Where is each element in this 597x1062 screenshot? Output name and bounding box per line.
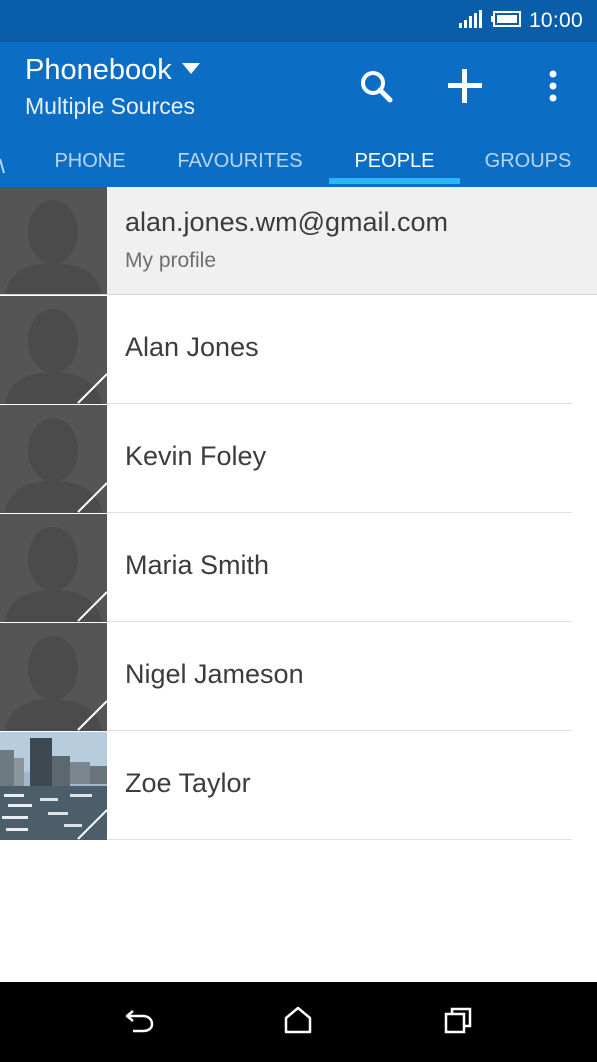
tab-groups[interactable]: GROUPS [472,145,584,187]
profile-label: My profile [125,249,217,272]
profile-email: alan.jones.wm@gmail.com [125,207,449,237]
default-avatar-icon [0,623,107,731]
tab-phone[interactable]: PHONE [40,145,140,187]
contact-row[interactable]: Alan Jones [0,296,597,404]
divider [107,403,572,404]
divider [107,730,572,731]
plus-icon [447,68,483,109]
contact-row[interactable]: Zoe Taylor [0,732,597,840]
dropdown-arrow-icon [181,62,200,80]
back-icon [123,1007,155,1038]
avatar [0,732,107,840]
avatar [0,405,107,513]
default-avatar-icon [0,514,107,622]
recents-button[interactable] [436,1002,480,1042]
tab-scroll-edge [0,155,6,177]
avatar [0,623,107,731]
contact-name: Kevin Foley [125,441,267,471]
system-nav-bar [0,982,597,1062]
harbor-photo [0,732,107,840]
contact-name: Nigel Jameson [125,659,304,689]
divider [107,512,572,513]
status-bar: 10:00 [0,0,597,42]
avatar [0,296,107,404]
active-tab-indicator [329,178,460,184]
overflow-menu-button[interactable] [531,66,575,110]
contact-row[interactable]: Kevin Foley [0,405,597,513]
contact-name: Zoe Taylor [125,768,251,798]
status-indicators: 10:00 [458,0,583,42]
home-button[interactable] [276,1002,320,1042]
contact-name: Alan Jones [125,332,259,362]
tab-bar: PHONE FAVOURITES PEOPLE GROUPS [0,145,597,187]
default-avatar-icon [0,296,107,404]
signal-icon [458,9,483,33]
avatar [0,187,107,295]
page-title: Phonebook [25,54,172,86]
home-icon [283,1006,313,1039]
avatar [0,514,107,622]
status-time: 10:00 [528,9,583,32]
search-icon [359,69,393,108]
battery-icon [490,10,521,32]
contact-row[interactable]: Maria Smith [0,514,597,622]
my-profile-row[interactable]: alan.jones.wm@gmail.com My profile [0,187,597,295]
search-button[interactable] [354,66,398,110]
add-contact-button[interactable] [443,66,487,110]
recents-icon [443,1006,473,1039]
back-button[interactable] [117,1002,161,1042]
page-subtitle: Multiple Sources [25,93,196,119]
source-selector[interactable]: Phonebook Multiple Sources [25,54,200,120]
contact-row[interactable]: Nigel Jameson [0,623,597,731]
divider [0,294,597,295]
default-avatar-icon [0,405,107,513]
divider [107,839,572,840]
app-bar: Phonebook Multiple Sources PHONE FAVOURI… [0,42,597,187]
default-avatar-icon [0,187,107,295]
divider [107,621,572,622]
contact-name: Maria Smith [125,550,270,580]
tab-favourites[interactable]: FAVOURITES [165,145,315,187]
overflow-menu-icon [548,69,558,108]
